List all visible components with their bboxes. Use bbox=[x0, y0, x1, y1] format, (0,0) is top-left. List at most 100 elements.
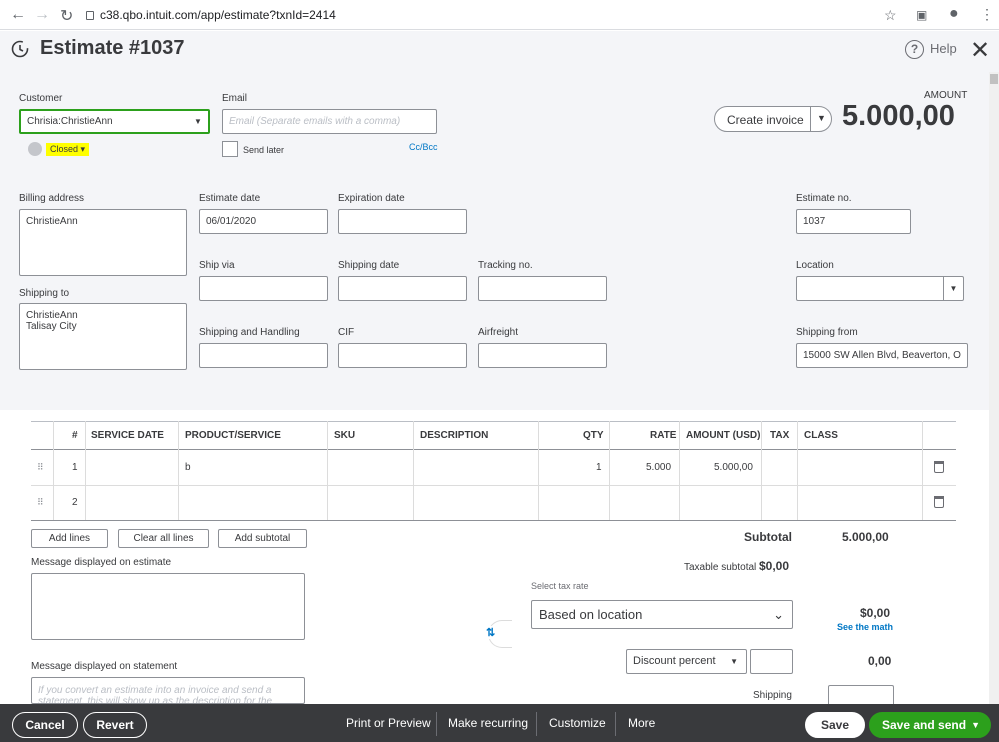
col-divider bbox=[413, 421, 414, 520]
taxable-subtotal-label: Taxable subtotal bbox=[684, 562, 757, 573]
estimate-date-field[interactable]: 06/01/2020 bbox=[199, 209, 328, 234]
extension-icon[interactable]: ▣ bbox=[916, 8, 927, 22]
save-button[interactable]: Save bbox=[805, 712, 865, 738]
message-statement-field[interactable]: If you convert an estimate into an invoi… bbox=[31, 677, 305, 704]
drag-handle-icon[interactable]: ⠿ bbox=[37, 462, 44, 473]
row-rate[interactable]: 5.000 bbox=[646, 462, 671, 473]
expiration-date-field[interactable] bbox=[338, 209, 467, 234]
tax-rate-select[interactable]: Based on location ⌄ bbox=[531, 600, 793, 629]
discount-input[interactable] bbox=[750, 649, 793, 674]
col-header-description: DESCRIPTION bbox=[420, 430, 489, 441]
create-invoice-button[interactable]: Create invoice ▼ bbox=[714, 106, 832, 132]
estimate-date-label: Estimate date bbox=[199, 193, 261, 204]
cancel-button[interactable]: Cancel bbox=[12, 712, 78, 738]
shipping-label: Shipping bbox=[753, 690, 792, 701]
col-divider bbox=[797, 421, 798, 520]
close-icon[interactable]: ✕ bbox=[970, 36, 990, 65]
scrollbar-thumb[interactable] bbox=[990, 74, 998, 84]
back-icon[interactable]: ← bbox=[10, 6, 26, 24]
col-header-qty: QTY bbox=[583, 430, 604, 441]
col-divider bbox=[327, 421, 328, 520]
estimate-no-field[interactable]: 1037 bbox=[796, 209, 911, 234]
shipping-to-label: Shipping to bbox=[19, 288, 70, 299]
shipping-handling-field[interactable] bbox=[199, 343, 328, 368]
address-bar[interactable]: c38.qbo.intuit.com/app/estimate?txnId=24… bbox=[86, 5, 906, 25]
check-circle-icon bbox=[28, 142, 42, 156]
billing-address-field[interactable]: ChristieAnn bbox=[19, 209, 187, 276]
shipping-from-field[interactable]: 15000 SW Allen Blvd, Beaverton, O bbox=[796, 343, 968, 368]
col-header-service-date: SERVICE DATE bbox=[91, 430, 164, 441]
chevron-down-icon[interactable]: ▼ bbox=[971, 713, 980, 737]
trash-icon[interactable] bbox=[934, 496, 944, 508]
browser-toolbar: ← → ↻ c38.qbo.intuit.com/app/estimate?tx… bbox=[0, 0, 999, 30]
col-header-amount: AMOUNT (USD) bbox=[686, 430, 761, 441]
cc-bcc-link[interactable]: Cc/Bcc bbox=[409, 142, 438, 152]
discount-type-select[interactable]: Discount percent ▼ bbox=[626, 649, 747, 674]
message-estimate-field[interactable] bbox=[31, 573, 305, 640]
forward-icon[interactable]: → bbox=[34, 6, 50, 24]
scrollbar[interactable] bbox=[989, 72, 999, 704]
clear-all-lines-button[interactable]: Clear all lines bbox=[118, 529, 209, 548]
help-icon: ? bbox=[905, 40, 924, 59]
col-divider bbox=[538, 421, 539, 520]
shipping-to-field[interactable]: ChristieAnn Talisay City bbox=[19, 303, 187, 370]
shipping-handling-label: Shipping and Handling bbox=[199, 327, 300, 338]
cif-label: CIF bbox=[338, 327, 355, 338]
customer-value: Chrisia:ChristieAnn bbox=[27, 116, 113, 127]
lock-icon bbox=[86, 11, 94, 20]
divider bbox=[615, 712, 616, 736]
airfreight-field[interactable] bbox=[478, 343, 607, 368]
location-label: Location bbox=[796, 260, 834, 271]
add-lines-button[interactable]: Add lines bbox=[31, 529, 108, 548]
swap-icon[interactable]: ⇅ bbox=[486, 626, 496, 639]
col-header-class: CLASS bbox=[804, 430, 838, 441]
col-header-sku: SKU bbox=[334, 430, 356, 441]
more-link[interactable]: More bbox=[628, 716, 655, 730]
revert-button[interactable]: Revert bbox=[83, 712, 147, 738]
customer-select[interactable]: Chrisia:ChristieAnn ▼ bbox=[19, 109, 210, 134]
shipping-input[interactable] bbox=[828, 685, 894, 704]
shipping-to-line1: ChristieAnn bbox=[26, 310, 78, 321]
send-later-checkbox[interactable] bbox=[222, 141, 238, 157]
tax-amount: $0,00 bbox=[860, 606, 891, 620]
table-bottom-border bbox=[31, 520, 956, 521]
shipping-from-value: 15000 SW Allen Blvd, Beaverton, O bbox=[803, 350, 961, 361]
message-statement-placeholder: If you convert an estimate into an invoi… bbox=[38, 685, 273, 704]
save-and-send-button[interactable]: Save and send ▼ bbox=[869, 712, 991, 738]
cif-field[interactable] bbox=[338, 343, 467, 368]
row-amount[interactable]: 5.000,00 bbox=[714, 462, 753, 473]
add-subtotal-button[interactable]: Add subtotal bbox=[218, 529, 307, 548]
email-label: Email bbox=[222, 93, 248, 104]
profile-icon[interactable]: ● bbox=[949, 5, 959, 23]
bookmark-star-icon[interactable]: ☆ bbox=[884, 7, 897, 24]
history-icon[interactable] bbox=[10, 39, 30, 59]
tracking-no-label: Tracking no. bbox=[478, 260, 533, 271]
message-statement-label: Message displayed on statement bbox=[31, 661, 178, 672]
tracking-no-field[interactable] bbox=[478, 276, 607, 301]
email-placeholder: Email (Separate emails with a comma) bbox=[229, 116, 401, 127]
shipping-date-field[interactable] bbox=[338, 276, 467, 301]
chevron-down-icon: ⌄ bbox=[773, 607, 784, 622]
ship-via-field[interactable] bbox=[199, 276, 328, 301]
email-field[interactable]: Email (Separate emails with a comma) bbox=[222, 109, 437, 134]
make-recurring-link[interactable]: Make recurring bbox=[448, 716, 528, 730]
row-qty[interactable]: 1 bbox=[596, 462, 602, 473]
trash-icon[interactable] bbox=[934, 461, 944, 473]
amount-value: 5.000,00 bbox=[842, 100, 955, 132]
location-select[interactable]: ▼ bbox=[796, 276, 964, 301]
print-preview-link[interactable]: Print or Preview bbox=[346, 716, 431, 730]
drag-handle-icon[interactable]: ⠿ bbox=[37, 497, 44, 508]
subtotal-value: 5.000,00 bbox=[842, 530, 889, 544]
row-product[interactable]: b bbox=[185, 462, 191, 473]
page-header: Estimate #1037 ? Help ✕ bbox=[0, 31, 999, 71]
menu-icon[interactable]: ⋮ bbox=[980, 6, 994, 23]
chevron-down-icon: ▼ bbox=[194, 117, 202, 126]
estimate-status[interactable]: Closed ▾ bbox=[28, 142, 90, 156]
help-link[interactable]: ? Help bbox=[905, 40, 957, 59]
reload-icon[interactable]: ↻ bbox=[60, 6, 73, 26]
chevron-down-icon[interactable]: ▼ bbox=[817, 113, 826, 123]
customize-link[interactable]: Customize bbox=[549, 716, 606, 730]
subtotal-label: Subtotal bbox=[744, 530, 792, 544]
see-the-math-link[interactable]: See the math bbox=[837, 622, 893, 632]
billing-address-label: Billing address bbox=[19, 193, 85, 204]
